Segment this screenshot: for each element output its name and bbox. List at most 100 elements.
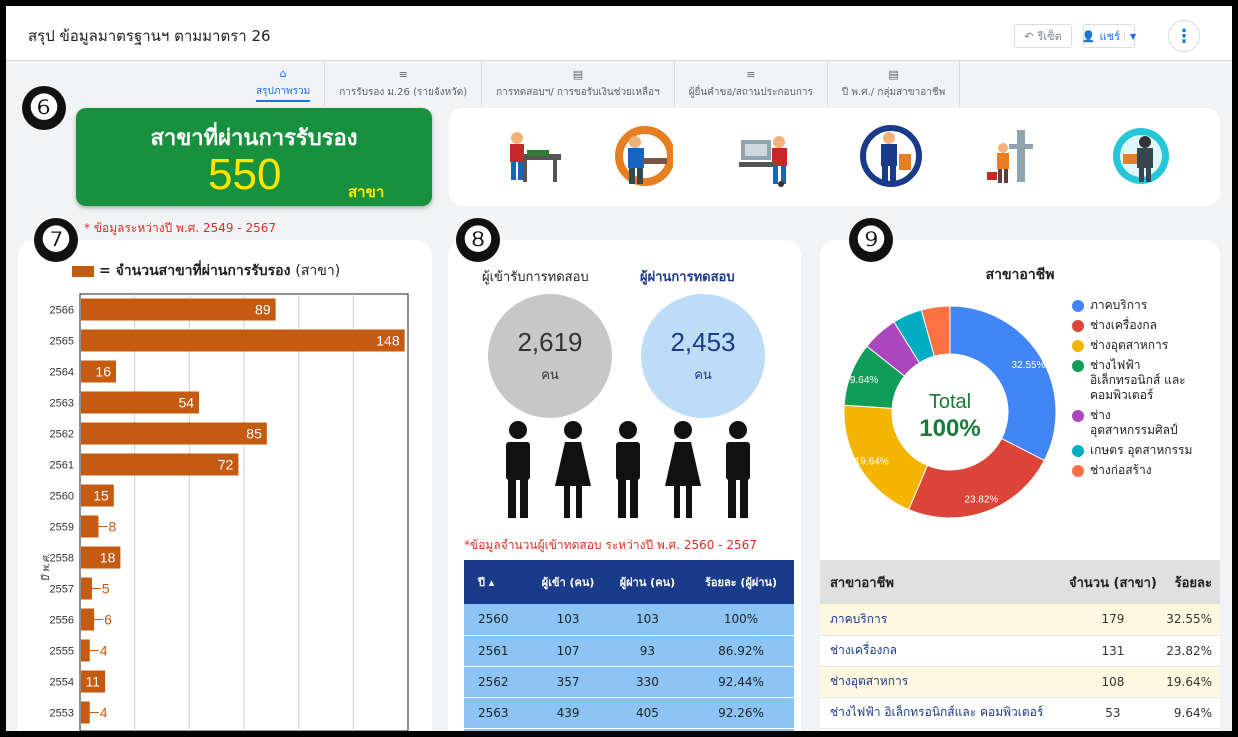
pie-legend: ภาคบริการช่างเครื่องกลช่างอุตสาหการช่างไ… — [1072, 298, 1200, 483]
legend-item[interactable]: ช่างอุตสาหการ — [1072, 338, 1200, 353]
more-options-icon[interactable]: ⋮ — [1168, 20, 1200, 52]
table-row: 2560 103 103 100% — [464, 604, 794, 636]
bar-value-label: 5 — [102, 581, 110, 597]
legend-item[interactable]: ภาคบริการ — [1072, 298, 1200, 313]
tested-count: 2,619 — [517, 327, 583, 357]
industrial-worker-icon — [1113, 128, 1169, 184]
legend-item[interactable]: เกษตร อุตสาหกรรม — [1072, 443, 1200, 458]
tab-overview[interactable]: ⌂ สรุปภาพรวม — [242, 62, 326, 106]
bar-tick-label: 2556 — [50, 615, 74, 627]
cell-passed: 93 — [606, 635, 689, 667]
list-icon: ≡ — [746, 68, 756, 81]
legend-item[interactable]: ช่างไฟฟ้า อิเล็กทรอนิกส์ และคอมพิวเตอร์ — [1072, 358, 1200, 403]
occupation-icons-card — [449, 108, 1220, 206]
cell-count: 179 — [1064, 604, 1162, 636]
bar[interactable] — [81, 329, 405, 352]
bar-value-label: 89 — [255, 302, 271, 318]
legend-item[interactable]: ช่าง อุตสาหกรรมศิลป์ — [1072, 408, 1200, 438]
woman-icon — [665, 421, 701, 518]
bar-value-label: 16 — [95, 364, 111, 380]
column-header-count[interactable]: จำนวน (สาขา) — [1064, 560, 1162, 604]
bar-value-label: 8 — [108, 519, 116, 535]
bar[interactable] — [81, 701, 90, 724]
bar-tick-label: 2560 — [50, 491, 74, 503]
legend-label: ภาคบริการ — [1090, 298, 1148, 312]
pie-slice-label: 23.82% — [964, 494, 998, 505]
bar-tick-label: 2563 — [50, 398, 74, 410]
tab-applicants[interactable]: ≡ ผู้ยื่นคำขอ/สถานประกอบการ — [675, 62, 828, 106]
bar-tick-label: 2561 — [50, 460, 74, 472]
bar-tick-label: 2553 — [50, 708, 74, 720]
cell-year: 2564 — [464, 728, 530, 731]
cell-percent: 19.64% — [1161, 666, 1220, 698]
column-header-tested[interactable]: ผู้เข้า (คน) — [529, 560, 607, 604]
legend-dot — [1072, 320, 1084, 332]
legend-dot — [1072, 340, 1084, 352]
legend-label: ช่างไฟฟ้า อิเล็กทรอนิกส์ และคอมพิวเตอร์ — [1090, 358, 1186, 402]
man-icon — [726, 421, 750, 518]
top-bar: สรุป ข้อมูลมาตรฐานฯ ตามมาตรา 26 ↶ รีเซ็ต… — [6, 6, 1232, 61]
legend-item[interactable]: ช่างเครื่องกล — [1072, 318, 1200, 333]
pie-slice-label: 9.64% — [850, 375, 878, 386]
legend-label: ช่างก่อสร้าง — [1090, 463, 1152, 477]
bar-value-label: 72 — [218, 457, 234, 473]
cell-year: 2562 — [464, 666, 530, 698]
reset-label: รีเซ็ต — [1037, 30, 1062, 43]
tab-certification-province[interactable]: ≡ การรับรอง ม.26 (รายจังหวัด) — [325, 62, 483, 106]
bar-value-label: 6 — [104, 612, 112, 628]
legend-label: ช่าง อุตสาหกรรมศิลป์ — [1090, 408, 1178, 437]
passed-heading: ผู้ผ่านการทดสอบ — [640, 270, 735, 285]
bar-tick-label: 2565 — [50, 336, 74, 348]
dashboard-frame: สรุป ข้อมูลมาตรฐานฯ ตามมาตรา 26 ↶ รีเซ็ต… — [6, 6, 1232, 731]
reset-button[interactable]: ↶ รีเซ็ต — [1014, 24, 1072, 48]
testing-data-note: *ข้อมูลจำนวนผู้เข้าทดสอบ ระหว่างปี พ.ศ. … — [464, 538, 757, 552]
legend-dot — [1072, 300, 1084, 312]
tab-year-career-group[interactable]: ▤ ปี พ.ศ./ กลุ่มสาขาอาชีพ — [828, 62, 961, 106]
legend-dot — [1072, 465, 1084, 477]
bar-legend-text: = จำนวนสาขาที่ผ่านการรับรอง — [99, 263, 291, 279]
legend-item[interactable]: ช่างก่อสร้าง — [1072, 463, 1200, 478]
cell-tested: 357 — [529, 666, 607, 698]
technician-with-gear-icon — [615, 126, 673, 186]
legend-dot — [1072, 445, 1084, 457]
annotation-badge-8: ❽ — [456, 218, 500, 262]
list-icon: ≡ — [398, 68, 408, 81]
worker-at-workbench-icon — [739, 136, 787, 187]
legend-dot — [1072, 360, 1084, 372]
cell-percent: 86.92% — [688, 635, 794, 667]
pie-slice[interactable] — [908, 437, 1045, 519]
bar-tick-label: 2555 — [50, 646, 74, 658]
bar-tick-label: 2559 — [50, 522, 74, 534]
passed-count: 2,453 — [670, 327, 736, 357]
woman-icon — [555, 421, 591, 518]
bar[interactable] — [81, 608, 95, 631]
cell-percent: 92.44% — [688, 666, 794, 698]
bar[interactable] — [81, 298, 276, 321]
bar[interactable] — [81, 639, 90, 662]
cell-tested: 107 — [529, 635, 607, 667]
bar[interactable] — [81, 515, 99, 538]
share-button[interactable]: 👤 แชร์ ▼ — [1082, 24, 1136, 48]
column-header-career[interactable]: สาขาอาชีพ — [820, 560, 1065, 604]
cell-passed: 330 — [606, 666, 689, 698]
bar[interactable] — [81, 577, 92, 600]
share-dropdown-icon[interactable]: ▼ — [1124, 31, 1136, 41]
column-header-percent[interactable]: ร้อยละ — [1161, 560, 1220, 604]
cell-percent: 100% — [688, 604, 794, 636]
bar[interactable] — [81, 453, 239, 476]
cell-career: ช่างไฟฟ้า อิเล็กทรอนิกส์และ คอมพิวเตอร์ — [820, 697, 1065, 729]
column-header-year[interactable]: ปี ▴ — [464, 560, 530, 604]
bar-tick-label: 2557 — [50, 584, 74, 596]
column-header-passed[interactable]: ผู้ผ่าน (คน) — [606, 560, 689, 604]
tested-count-circle: 2,619 คน — [488, 294, 612, 418]
cell-passed: 103 — [606, 604, 689, 636]
bar-value-label: 4 — [100, 705, 108, 721]
bar-tick-label: 2564 — [50, 367, 74, 379]
cell-count: 108 — [1064, 666, 1162, 698]
tab-testing-funding[interactable]: ▤ การทดสอบฯ/ การขอรับเงินช่วยเหลือฯ — [482, 62, 675, 106]
bar[interactable] — [81, 422, 267, 445]
career-table: สาขาอาชีพ จำนวน (สาขา) ร้อยละ ภาคบริการ 1… — [820, 560, 1220, 729]
tested-heading: ผู้เข้ารับการทดสอบ — [482, 270, 589, 285]
annotation-badge-7: ❼ — [34, 218, 78, 262]
column-header-pass-percent[interactable]: ร้อยละ (ผู้ผ่าน) — [688, 560, 794, 604]
